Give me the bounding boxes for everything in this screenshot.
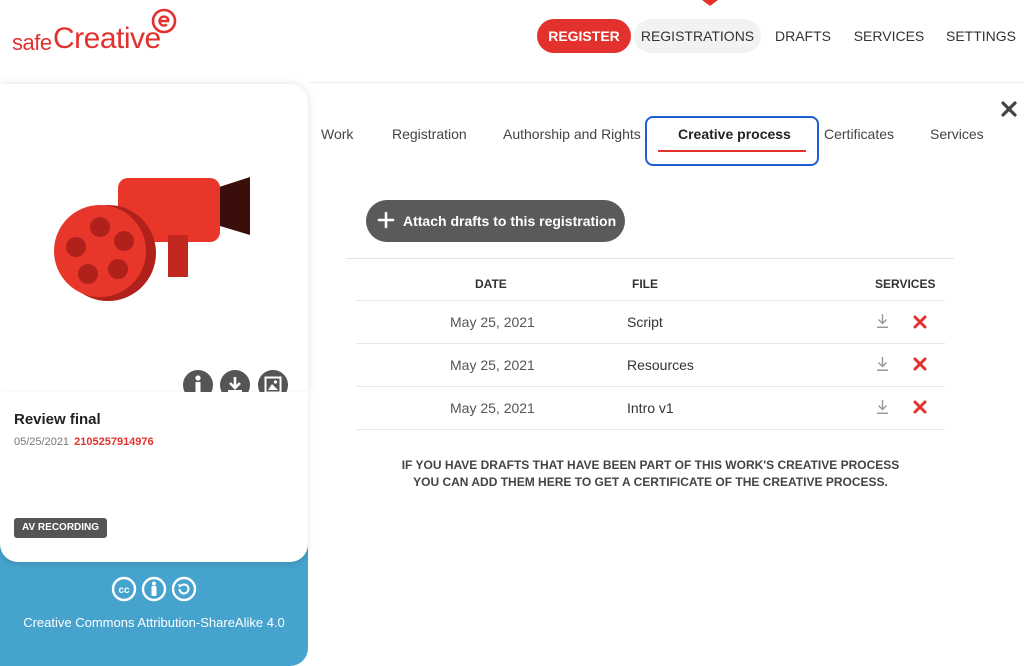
note-line-2: YOU CAN ADD THEM HERE TO GET A CERTIFICA… <box>413 475 888 489</box>
category-badge: AV RECORDING <box>14 518 108 538</box>
nav-register-button[interactable]: REGISTER <box>537 19 631 53</box>
download-icon[interactable] <box>876 313 889 329</box>
attach-drafts-label: Attach drafts to this registration <box>403 213 617 229</box>
row-date: May 25, 2021 <box>450 400 535 416</box>
active-tab-underline <box>658 150 806 152</box>
row-divider <box>356 429 945 430</box>
topbar-divider <box>308 82 1024 83</box>
tab-services[interactable]: Services <box>930 126 984 142</box>
star-fragment-icon <box>702 0 718 6</box>
film-camera-illustration <box>54 177 250 301</box>
column-header-services: SERVICES <box>875 277 936 291</box>
nav-drafts-link[interactable]: DRAFTS <box>770 19 836 53</box>
close-icon[interactable] <box>1000 100 1018 118</box>
row-divider <box>356 386 945 387</box>
nav-registrations-link[interactable]: REGISTRATIONS <box>634 19 761 53</box>
row-file[interactable]: Resources <box>627 357 694 373</box>
row-file[interactable]: Script <box>627 314 663 330</box>
tab-creative-process[interactable]: Creative process <box>678 126 791 142</box>
work-meta: 05/25/2021 2105257914976 <box>14 436 154 448</box>
delete-icon[interactable] <box>913 400 927 414</box>
logo-safe-text: safe <box>12 30 52 55</box>
column-header-date: DATE <box>475 277 507 291</box>
license-name[interactable]: Creative Commons Attribution-ShareAlike … <box>14 614 294 631</box>
row-date: May 25, 2021 <box>450 314 535 330</box>
table-top-divider <box>346 258 954 259</box>
column-header-file: FILE <box>632 277 658 291</box>
row-file[interactable]: Intro v1 <box>627 400 674 416</box>
svg-text:cc: cc <box>118 585 130 596</box>
nav-services-link[interactable]: SERVICES <box>852 19 926 53</box>
creative-process-note: IF YOU HAVE DRAFTS THAT HAVE BEEN PART O… <box>356 457 945 491</box>
work-date: 05/25/2021 <box>14 436 70 448</box>
by-icon <box>141 576 167 602</box>
registration-code[interactable]: 2105257914976 <box>74 436 154 448</box>
sa-icon <box>171 576 197 602</box>
nav-settings-link[interactable]: SETTINGS <box>942 19 1020 53</box>
note-line-1: IF YOU HAVE DRAFTS THAT HAVE BEEN PART O… <box>401 458 900 472</box>
download-icon[interactable] <box>876 399 889 415</box>
logo-creative-text: Creative <box>53 22 161 55</box>
cc-license-icons[interactable]: cc <box>111 576 197 602</box>
logo-badge-icon <box>151 8 177 34</box>
tab-registration[interactable]: Registration <box>392 126 467 142</box>
work-card-details: Review final 05/25/2021 2105257914976 AV… <box>0 392 308 562</box>
delete-icon[interactable] <box>913 357 927 371</box>
download-icon[interactable] <box>876 356 889 372</box>
cc-icon: cc <box>111 576 137 602</box>
attach-drafts-button[interactable]: Attach drafts to this registration <box>366 200 625 242</box>
row-date: May 25, 2021 <box>450 357 535 373</box>
row-divider <box>356 343 945 344</box>
row-divider <box>356 300 945 301</box>
tab-certificates[interactable]: Certificates <box>824 126 894 142</box>
plus-icon <box>377 211 395 229</box>
tab-work[interactable]: Work <box>321 126 353 142</box>
delete-icon[interactable] <box>913 315 927 329</box>
tab-authorship-and-rights[interactable]: Authorship and Rights <box>503 126 641 142</box>
work-title: Review final <box>14 411 101 428</box>
top-bar: safe Creative REGISTER REGISTRATIONS DRA… <box>0 0 1024 82</box>
